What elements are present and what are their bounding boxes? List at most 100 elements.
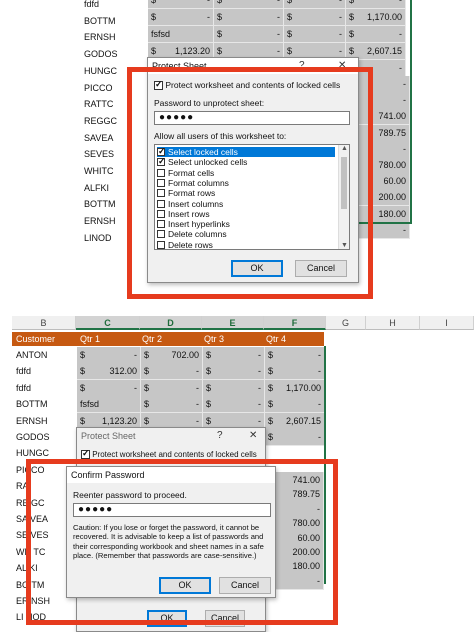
cell-currency: $: [287, 29, 293, 39]
cell-amount: -: [339, 29, 342, 39]
column-header-i[interactable]: I: [420, 316, 474, 330]
cell-amount: 780.00: [378, 160, 406, 170]
close-icon[interactable]: ✕: [249, 428, 257, 444]
cell-amount: -: [277, 29, 280, 39]
cell-amount: -: [318, 350, 321, 360]
grid-cell[interactable]: $-: [265, 429, 325, 446]
table-row: $ - $702.00 $ - $ -: [77, 347, 325, 364]
grid-cell[interactable]: $-: [214, 9, 284, 26]
grid-cell[interactable]: $-: [214, 0, 284, 9]
cell-amount: -: [318, 366, 321, 377]
grid-cell[interactable]: $-: [141, 379, 203, 397]
table-row: $ - $ - $ - $ -: [148, 0, 406, 9]
grid-cell[interactable]: $-: [141, 363, 203, 381]
cell-amount: -: [399, 0, 402, 5]
cell-currency: $: [151, 12, 157, 22]
grid-cell[interactable]: $-: [77, 347, 141, 364]
customer-cell[interactable]: fdfd: [80, 0, 146, 12]
customer-cell[interactable]: fdfd: [12, 380, 78, 396]
cell-amount: -: [196, 366, 199, 377]
header-qtr4: Qtr 4: [266, 334, 287, 344]
selection-border: [410, 0, 412, 224]
grid-cell[interactable]: $-: [203, 396, 265, 414]
cell-currency: $: [144, 399, 150, 410]
grid-cell[interactable]: $-: [284, 0, 346, 9]
column-header-d[interactable]: D: [140, 316, 202, 330]
grid-cell[interactable]: $-: [141, 396, 203, 414]
grid-cell[interactable]: $-: [284, 26, 346, 43]
cell-currency: $: [287, 0, 293, 5]
table-row: fsfsd $ - $ - $ -: [77, 396, 325, 414]
grid-cell[interactable]: $-: [265, 347, 325, 364]
column-header-g[interactable]: G: [326, 316, 366, 330]
grid-cell[interactable]: $-: [346, 26, 406, 43]
cell-amount: 741.00: [378, 111, 406, 122]
customer-cell[interactable]: ERNSH: [12, 413, 78, 429]
grid-cell[interactable]: $312.00: [77, 363, 141, 381]
header-qtr3: Qtr 3: [204, 334, 225, 344]
cell-currency: $: [268, 432, 274, 442]
cell-currency: fsfsd: [80, 399, 100, 410]
grid-cell[interactable]: $-: [77, 379, 141, 397]
column-header-b[interactable]: B: [12, 316, 76, 330]
grid-cell[interactable]: $-: [284, 9, 346, 26]
customer-cell[interactable]: ANTON: [12, 347, 78, 363]
customer-cell[interactable]: GODOS: [12, 429, 78, 445]
cell-amount: -: [399, 63, 402, 73]
column-header-f[interactable]: F: [264, 316, 326, 330]
dialog-title: Protect Sheet: [81, 431, 136, 441]
grid-cell[interactable]: $-: [203, 363, 265, 381]
grid-cell[interactable]: $2,607.15: [265, 412, 325, 430]
grid-cell[interactable]: $1,170.00: [346, 9, 406, 26]
grid-cell[interactable]: $702.00: [141, 347, 203, 364]
grid-cell[interactable]: fsfsd: [148, 26, 214, 43]
column-header-h[interactable]: H: [366, 316, 420, 330]
customer-cell[interactable]: fdfd: [12, 363, 78, 379]
grid-cell[interactable]: $-: [148, 0, 214, 9]
cell-amount: 789.75: [378, 127, 406, 138]
grid-cell[interactable]: $-: [265, 396, 325, 414]
customer-cell[interactable]: BOTTM: [80, 13, 146, 29]
cell-currency: $: [349, 29, 355, 39]
cell-currency: $: [349, 12, 355, 22]
grid-cell[interactable]: fsfsd: [77, 396, 141, 414]
protect-checkbox-label: Protect worksheet and contents of locked…: [92, 450, 257, 459]
bottom-screenshot-panel: BCDEFGHI Customer Qtr 1 Qtr 2 Qtr 3 Qtr …: [0, 316, 474, 632]
customer-cell[interactable]: BOTTM: [12, 396, 78, 412]
cell-amount: 702.00: [171, 350, 199, 360]
cell-currency: $: [80, 366, 86, 377]
table-row: $312.00 $ - $ - $ -: [77, 363, 325, 381]
grid-cell[interactable]: $-: [203, 347, 265, 364]
table-header-row: Customer Qtr 1 Qtr 2 Qtr 3 Qtr 4: [12, 332, 324, 346]
cell-amount: 180.00: [378, 208, 406, 219]
customer-cell[interactable]: GODOS: [80, 46, 146, 62]
column-header-e[interactable]: E: [202, 316, 264, 330]
cell-amount: 1,170.00: [285, 382, 321, 393]
grid-cell[interactable]: $-: [148, 9, 214, 26]
grid-cell[interactable]: $1,170.00: [265, 379, 325, 397]
cell-currency: $: [268, 399, 274, 410]
column-header-c[interactable]: C: [76, 316, 140, 330]
grid-cell[interactable]: $-: [346, 0, 406, 9]
cell-currency: $: [144, 350, 150, 360]
header-qtr2: Qtr 2: [142, 334, 163, 344]
cell-amount: -: [399, 29, 402, 39]
cell-amount: 2,607.15: [366, 46, 402, 56]
cell-currency: $: [268, 366, 274, 377]
cell-amount: -: [196, 382, 199, 393]
help-button[interactable]: ?: [217, 428, 223, 444]
grid-cell[interactable]: $-: [214, 26, 284, 43]
grid-cell[interactable]: $-: [203, 379, 265, 397]
grid-cell[interactable]: $-: [265, 363, 325, 381]
cell-amount: 200.00: [378, 192, 406, 203]
cell-amount: 2,607.15: [285, 415, 321, 426]
cell-amount: -: [339, 12, 342, 22]
cell-currency: $: [206, 350, 212, 360]
protect-checkbox-row[interactable]: Protect worksheet and contents of locked…: [81, 448, 257, 460]
cell-currency: fsfsd: [151, 29, 171, 39]
cell-amount: 312.00: [109, 366, 137, 377]
header-qtr1: Qtr 1: [80, 334, 101, 344]
cell-currency: $: [80, 382, 86, 393]
customer-cell[interactable]: ERNSH: [80, 29, 146, 45]
cell-amount: -: [258, 399, 261, 410]
